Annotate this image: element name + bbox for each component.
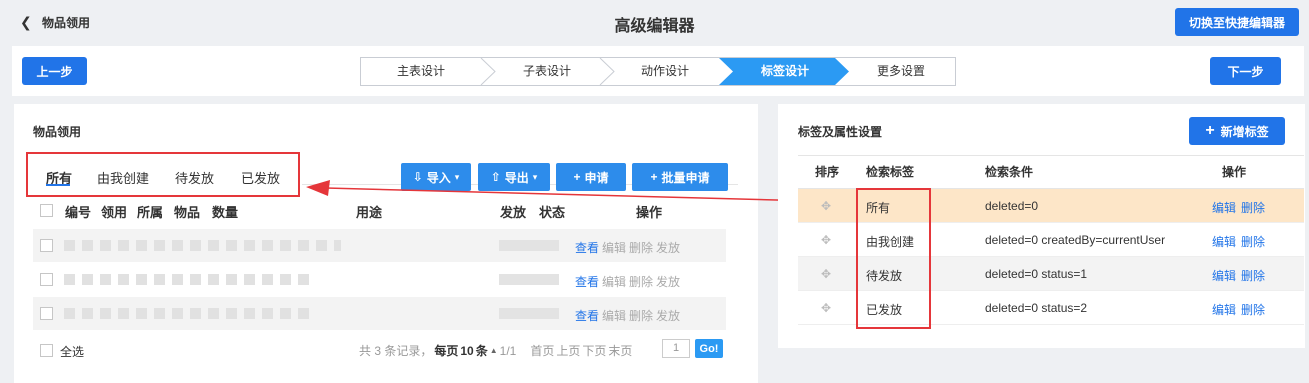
- row-checkbox[interactable]: [40, 239, 53, 252]
- tag-edit-link[interactable]: 编辑: [1212, 301, 1236, 318]
- redacted-row-content: [499, 240, 559, 251]
- drag-handle-icon[interactable]: ✥: [821, 301, 831, 315]
- row-checkbox[interactable]: [40, 307, 53, 320]
- view-link[interactable]: 查看: [575, 307, 599, 324]
- redacted-row-content: [64, 240, 341, 251]
- header-checkbox[interactable]: [40, 204, 53, 217]
- col-tag: 检索标签: [866, 165, 915, 179]
- drag-handle-icon[interactable]: ✥: [821, 267, 831, 281]
- tag-condition: deleted=0 status=1: [985, 267, 1088, 281]
- pager-unit: 条: [475, 344, 488, 358]
- tag-settings-title: 标签及属性设置: [798, 125, 883, 139]
- pager-summary: 共 3 条记录，: [359, 344, 433, 358]
- pager: 共 3 条记录， 每页 10 条 ▲ 1/1 首页 上页 下页 末页: [359, 342, 632, 359]
- tag-highlight-box: [856, 188, 931, 329]
- redacted-row-content: [499, 274, 559, 285]
- row-actions: 查看 编辑 删除 发放: [575, 239, 680, 256]
- row-actions: 查看 编辑 删除 发放: [575, 307, 680, 324]
- plus-icon: +: [1205, 122, 1215, 139]
- select-all-label: 全选: [60, 345, 85, 359]
- step-actions[interactable]: 动作设计: [607, 58, 723, 85]
- tab-issued[interactable]: 已发放: [241, 168, 280, 187]
- delete-link[interactable]: 删除: [629, 307, 653, 324]
- col-condition: 检索条件: [985, 165, 1034, 179]
- header-divider: [798, 155, 1304, 156]
- tag-condition: deleted=0: [985, 199, 1039, 213]
- redacted-row-content: [64, 308, 309, 319]
- issue-link[interactable]: 发放: [656, 239, 680, 256]
- edit-link[interactable]: 编辑: [602, 239, 626, 256]
- pager-last[interactable]: 末页: [608, 342, 632, 359]
- redacted-row-content: [499, 308, 559, 319]
- tag-edit-link[interactable]: 编辑: [1212, 199, 1236, 216]
- caret-up-icon[interactable]: ▲: [490, 346, 498, 355]
- tab-active-underline: [46, 184, 70, 186]
- tag-delete-link[interactable]: 删除: [1241, 199, 1265, 216]
- step-bar: 主表设计 子表设计 动作设计 标签设计 更多设置: [360, 57, 956, 86]
- tag-condition: deleted=0 status=2: [985, 301, 1088, 315]
- delete-link[interactable]: 删除: [629, 273, 653, 290]
- step-more-settings[interactable]: 更多设置: [847, 58, 955, 85]
- tab-created-by-me[interactable]: 由我创建: [97, 168, 149, 187]
- step-tags[interactable]: 标签设计: [726, 58, 844, 85]
- redacted-row-content: [64, 274, 309, 285]
- tab-pending[interactable]: 待发放: [175, 168, 214, 187]
- view-link[interactable]: 查看: [575, 239, 599, 256]
- switch-editor-button[interactable]: 切换至快捷编辑器: [1175, 8, 1299, 36]
- col-number: 编号: [65, 205, 92, 220]
- row-checkbox[interactable]: [40, 273, 53, 286]
- tag-delete-link[interactable]: 删除: [1241, 267, 1265, 284]
- drag-handle-icon[interactable]: ✥: [821, 199, 831, 213]
- select-all-checkbox[interactable]: [40, 344, 53, 357]
- issue-link[interactable]: 发放: [656, 273, 680, 290]
- pager-per-page: 每页: [434, 344, 459, 358]
- pager-size[interactable]: 10: [460, 344, 473, 358]
- col-quantity: 数量: [212, 205, 239, 220]
- col-tag-actions: 操作: [1222, 165, 1247, 179]
- edit-link[interactable]: 编辑: [602, 307, 626, 324]
- add-tag-button[interactable]: + 新增标签: [1189, 117, 1285, 145]
- pager-prev[interactable]: 上页: [556, 342, 580, 359]
- row-actions: 查看 编辑 删除 发放: [575, 273, 680, 290]
- page-title: 高级编辑器: [614, 18, 695, 35]
- pager-pages: 1/1: [499, 343, 517, 358]
- go-button[interactable]: Go!: [695, 339, 723, 358]
- step-main-table[interactable]: 主表设计: [361, 58, 481, 85]
- delete-link[interactable]: 删除: [629, 239, 653, 256]
- edit-link[interactable]: 编辑: [602, 273, 626, 290]
- prev-step-button[interactable]: 上一步: [22, 57, 87, 85]
- tag-edit-link[interactable]: 编辑: [1212, 267, 1236, 284]
- col-item: 物品: [174, 205, 201, 220]
- col-sort: 排序: [815, 165, 840, 179]
- pager-first[interactable]: 首页: [530, 342, 554, 359]
- pager-next[interactable]: 下页: [582, 342, 606, 359]
- annotation-arrow: [306, 180, 853, 203]
- list-title: 物品领用: [33, 125, 82, 139]
- view-link[interactable]: 查看: [575, 273, 599, 290]
- step-sub-table[interactable]: 子表设计: [489, 58, 605, 85]
- col-receive: 领用: [101, 205, 128, 220]
- page-input[interactable]: 1: [662, 339, 690, 358]
- tag-delete-link[interactable]: 删除: [1241, 301, 1265, 318]
- tag-condition: deleted=0 createdBy=currentUser: [985, 233, 1166, 247]
- issue-link[interactable]: 发放: [656, 307, 680, 324]
- next-step-button[interactable]: 下一步: [1210, 57, 1281, 85]
- tag-edit-link[interactable]: 编辑: [1212, 233, 1236, 250]
- drag-handle-icon[interactable]: ✥: [821, 233, 831, 247]
- tag-delete-link[interactable]: 删除: [1241, 233, 1265, 250]
- col-belong: 所属: [137, 205, 164, 220]
